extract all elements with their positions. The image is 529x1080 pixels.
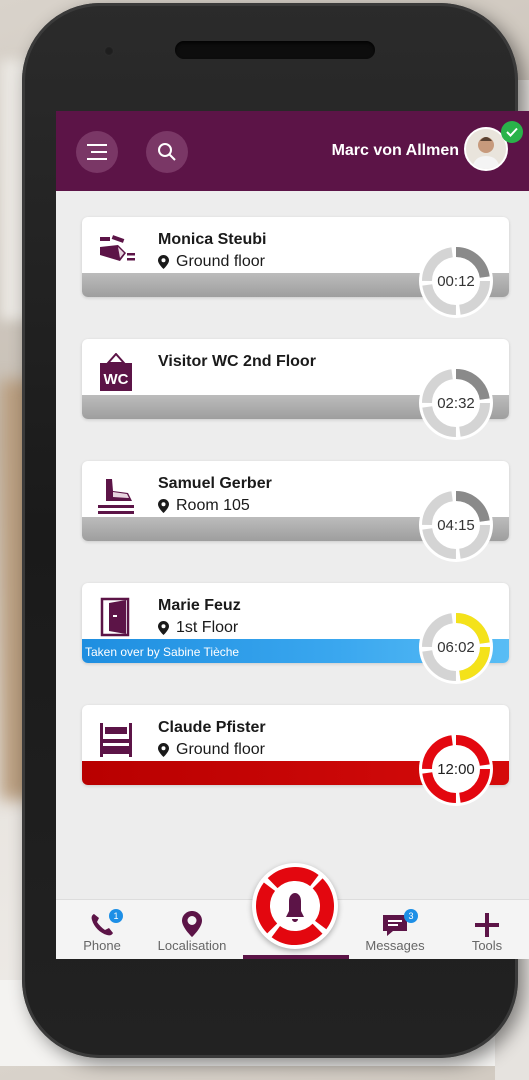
location-pin-icon — [158, 255, 169, 269]
alert-title: Claude Pfister — [158, 719, 266, 736]
alert-timer: 02:32 — [418, 365, 494, 441]
tab-label: Localisation — [157, 938, 227, 953]
tab-label: Phone — [83, 938, 121, 953]
alert-card[interactable]: Taken over by Sabine Tièche Marie Feuz 1… — [82, 583, 509, 684]
alarm-button[interactable] — [252, 863, 338, 949]
bell-icon — [256, 867, 334, 945]
location-pin-icon — [182, 911, 202, 937]
alert-title: Samuel Gerber — [158, 475, 272, 492]
fall-person-icon — [100, 235, 135, 261]
alert-card[interactable]: Claude Pfister Ground floor 12:00 — [82, 705, 509, 806]
alert-location: Ground floor — [158, 253, 265, 271]
svg-text:WC: WC — [104, 371, 129, 388]
alert-location: Ground floor — [158, 741, 265, 759]
timer-value: 00:12 — [437, 272, 475, 290]
location-pin-icon — [158, 499, 169, 513]
location-pin-icon — [158, 743, 169, 757]
check-icon — [506, 127, 518, 137]
door-icon — [100, 597, 130, 637]
tab-phone[interactable]: 1 Phone — [57, 906, 147, 953]
search-button[interactable] — [146, 131, 188, 173]
wc-sign-icon: WC — [100, 353, 132, 391]
alert-location: Room 105 — [158, 497, 250, 515]
menu-button[interactable] — [76, 131, 118, 173]
messages-badge: 3 — [404, 909, 418, 923]
alert-location-text: 1st Floor — [176, 619, 239, 636]
alert-title: Marie Feuz — [158, 597, 241, 614]
tab-label: Messages — [365, 938, 425, 953]
alert-timer: 00:12 — [418, 243, 494, 319]
tab-messages[interactable]: 3 Messages — [350, 906, 440, 953]
alert-title: Monica Steubi — [158, 231, 267, 248]
timer-value: 04:15 — [437, 516, 475, 534]
timer-value: 12:00 — [437, 760, 475, 778]
bed-icon — [100, 723, 132, 757]
online-status-badge — [501, 121, 523, 143]
tab-label: Tools — [471, 938, 503, 953]
active-tab-indicator — [243, 955, 349, 959]
timer-value: 06:02 — [437, 638, 475, 656]
alert-card[interactable]: Monica Steubi Ground floor 00:12 — [82, 217, 509, 318]
front-camera — [104, 46, 114, 56]
menu-icon — [87, 144, 107, 160]
alert-timer: 06:02 — [418, 609, 494, 685]
app-header: Marc von Allmen — [56, 111, 529, 191]
phone-badge: 1 — [109, 909, 123, 923]
alert-location-text: Ground floor — [176, 741, 265, 758]
alert-timer: 12:00 — [418, 731, 494, 807]
phone-device: Marc von Allmen Monica Steubi Ground flo… — [22, 3, 529, 1058]
shoe-step-icon — [98, 479, 134, 514]
timer-value: 02:32 — [437, 394, 475, 412]
alert-title: Visitor WC 2nd Floor — [158, 353, 316, 370]
user-name: Marc von Allmen — [331, 142, 459, 159]
location-pin-icon — [158, 621, 169, 635]
earpiece-speaker — [175, 41, 375, 59]
tab-tools[interactable]: Tools — [442, 906, 529, 953]
avatar-person-icon — [466, 129, 506, 169]
alert-location-text: Room 105 — [176, 497, 250, 514]
search-icon — [158, 143, 176, 161]
plus-icon — [475, 913, 499, 937]
alert-timer: 04:15 — [418, 487, 494, 563]
taken-over-label: Taken over by Sabine Tièche — [85, 645, 240, 659]
alert-location-text: Ground floor — [176, 253, 265, 270]
app-screen: Marc von Allmen Monica Steubi Ground flo… — [56, 111, 529, 959]
alert-card[interactable]: Samuel Gerber Room 105 04:15 — [82, 461, 509, 562]
alert-location: 1st Floor — [158, 619, 238, 637]
alert-card[interactable]: WC Visitor WC 2nd Floor 02:32 — [82, 339, 509, 440]
tab-localisation[interactable]: Localisation — [147, 906, 237, 953]
